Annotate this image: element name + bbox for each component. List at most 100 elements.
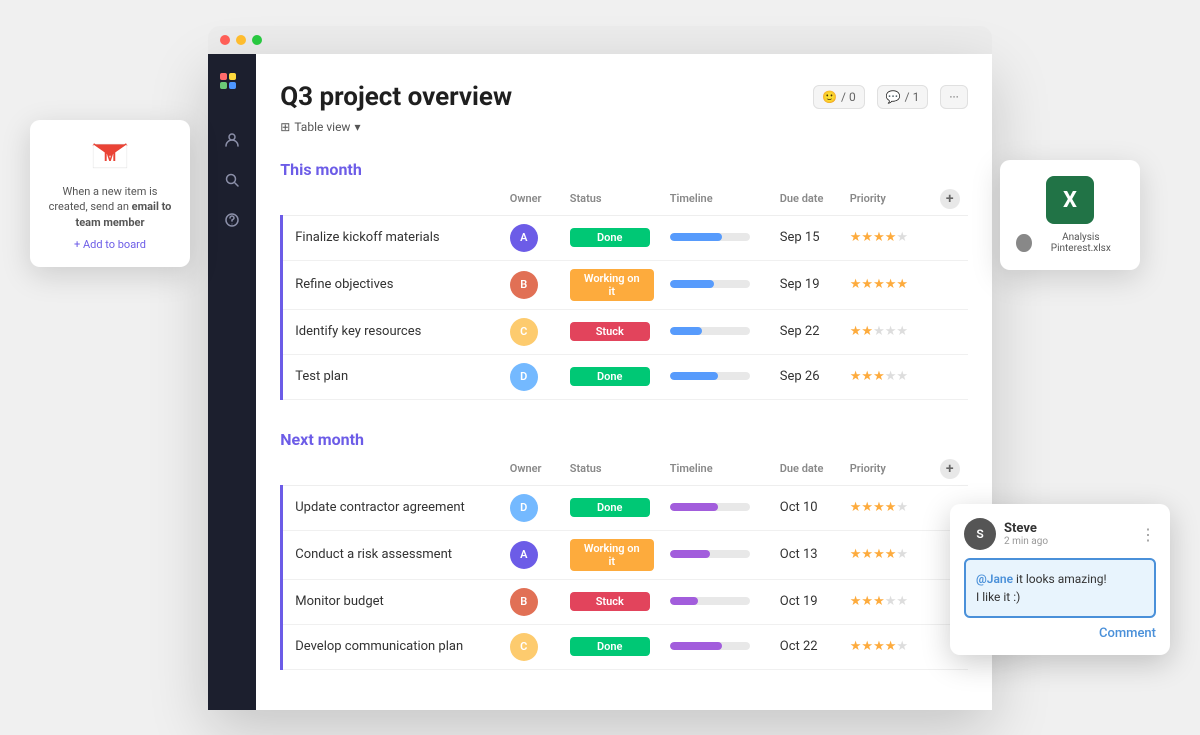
task-name: Monitor budget	[282, 579, 502, 624]
timeline-bar-container	[670, 597, 750, 605]
app-logo	[217, 70, 247, 100]
table-header-row: Owner Status Timeline Due date Priority …	[282, 183, 968, 216]
task-name: Finalize kickoff materials	[282, 215, 502, 260]
reactions-icon: 🙂	[822, 90, 837, 104]
add-this-month-button[interactable]: +	[940, 189, 960, 209]
task-owner: A	[502, 215, 562, 260]
task-due-date: Oct 22	[772, 624, 842, 669]
timeline-bar	[670, 597, 698, 605]
task-name: Test plan	[282, 354, 502, 399]
task-status[interactable]: Done	[562, 624, 662, 669]
gmail-card: M When a new item is created, send an em…	[30, 120, 190, 267]
status-badge: Working on it	[570, 539, 654, 571]
task-timeline	[662, 260, 772, 309]
task-timeline	[662, 579, 772, 624]
task-owner: B	[502, 260, 562, 309]
comment-header: S Steve 2 min ago ⋮	[964, 518, 1156, 550]
task-status[interactable]: Working on it	[562, 260, 662, 309]
task-name: Refine objectives	[282, 260, 502, 309]
task-due-date: Oct 19	[772, 579, 842, 624]
timeline-bar-container	[670, 503, 750, 511]
comment-timestamp: 2 min ago	[1004, 536, 1048, 547]
excel-user-avatar	[1016, 234, 1032, 252]
task-due-date: Sep 26	[772, 354, 842, 399]
task-timeline	[662, 485, 772, 530]
timeline-bar	[670, 642, 722, 650]
task-priority: ★★★★★	[842, 260, 932, 309]
add-next-month-button[interactable]: +	[940, 459, 960, 479]
table-row[interactable]: Identify key resources C Stuck Sep 22 ★★…	[282, 309, 968, 354]
task-priority: ★★★★★	[842, 579, 932, 624]
comments-button[interactable]: 💬 / 1	[877, 85, 929, 109]
task-owner: C	[502, 624, 562, 669]
page-header: Q3 project overview 🙂 / 0 💬 / 1 ···	[280, 82, 968, 112]
timeline-bar-container	[670, 233, 750, 241]
next-month-table: Owner Status Timeline Due date Priority …	[280, 453, 968, 670]
task-due-date: Sep 22	[772, 309, 842, 354]
status-badge: Stuck	[570, 322, 650, 341]
add-to-board-link[interactable]: + Add to board	[46, 238, 174, 251]
comment-action-button[interactable]: Comment	[964, 626, 1156, 641]
sidebar-item-help[interactable]	[216, 204, 248, 236]
sidebar-item-search[interactable]	[216, 164, 248, 196]
task-status[interactable]: Working on it	[562, 530, 662, 579]
table-row[interactable]: Develop communication plan C Done Oct 22…	[282, 624, 968, 669]
task-status[interactable]: Done	[562, 215, 662, 260]
sidebar-item-person[interactable]	[216, 124, 248, 156]
task-owner: C	[502, 309, 562, 354]
reactions-button[interactable]: 🙂 / 0	[813, 85, 865, 109]
this-month-table: Owner Status Timeline Due date Priority …	[280, 183, 968, 400]
window-minimize-dot[interactable]	[236, 35, 246, 45]
task-timeline	[662, 309, 772, 354]
task-priority: ★★★★★	[842, 354, 932, 399]
table-row[interactable]: Conduct a risk assessment A Working on i…	[282, 530, 968, 579]
more-options-button[interactable]: ···	[940, 85, 967, 109]
comment-card: S Steve 2 min ago ⋮ @Jane it looks amazi…	[950, 504, 1170, 655]
status-badge: Done	[570, 228, 650, 247]
next-col-timeline: Timeline	[662, 453, 772, 486]
this-month-section: This month Owner Status Timeline Due dat…	[280, 150, 968, 400]
comment-more-button[interactable]: ⋮	[1140, 525, 1156, 544]
timeline-bar	[670, 503, 718, 511]
gmail-card-text: When a new item is created, send an emai…	[46, 184, 174, 230]
task-priority: ★★★★★	[842, 624, 932, 669]
timeline-bar-container	[670, 550, 750, 558]
task-owner: A	[502, 530, 562, 579]
task-timeline	[662, 215, 772, 260]
view-toggle[interactable]: ⊞ Table view ▾	[280, 120, 968, 134]
table-row[interactable]: Monitor budget B Stuck Oct 19 ★★★★★	[282, 579, 968, 624]
next-month-header-row: Owner Status Timeline Due date Priority …	[282, 453, 968, 486]
table-row[interactable]: Refine objectives B Working on it Sep 19…	[282, 260, 968, 309]
col-priority-header: Priority	[842, 183, 932, 216]
task-actions	[932, 215, 968, 260]
table-row[interactable]: Finalize kickoff materials A Done Sep 15…	[282, 215, 968, 260]
task-priority: ★★★★★	[842, 215, 932, 260]
next-col-status: Status	[562, 453, 662, 486]
timeline-bar	[670, 280, 714, 288]
reactions-count: / 0	[841, 90, 856, 104]
col-task-name	[282, 183, 502, 216]
task-status[interactable]: Stuck	[562, 579, 662, 624]
next-col-owner: Owner	[502, 453, 562, 486]
svg-text:M: M	[104, 148, 117, 165]
status-badge: Done	[570, 367, 650, 386]
table-row[interactable]: Update contractor agreement D Done Oct 1…	[282, 485, 968, 530]
status-badge: Done	[570, 498, 650, 517]
task-priority: ★★★★★	[842, 485, 932, 530]
window-close-dot[interactable]	[220, 35, 230, 45]
task-status[interactable]: Done	[562, 354, 662, 399]
next-month-section: Next month Owner Status Timeline Due dat…	[280, 420, 968, 670]
task-status[interactable]: Stuck	[562, 309, 662, 354]
status-badge: Done	[570, 637, 650, 656]
task-status[interactable]: Done	[562, 485, 662, 530]
timeline-bar-container	[670, 280, 750, 288]
task-name: Identify key resources	[282, 309, 502, 354]
task-timeline	[662, 624, 772, 669]
content-area: Q3 project overview 🙂 / 0 💬 / 1 ··· ⊞ Ta	[208, 54, 992, 710]
next-col-task	[282, 453, 502, 486]
task-priority: ★★★★★	[842, 530, 932, 579]
status-badge: Working on it	[570, 269, 654, 301]
table-row[interactable]: Test plan D Done Sep 26 ★★★★★	[282, 354, 968, 399]
header-actions: 🙂 / 0 💬 / 1 ···	[813, 85, 968, 109]
window-maximize-dot[interactable]	[252, 35, 262, 45]
